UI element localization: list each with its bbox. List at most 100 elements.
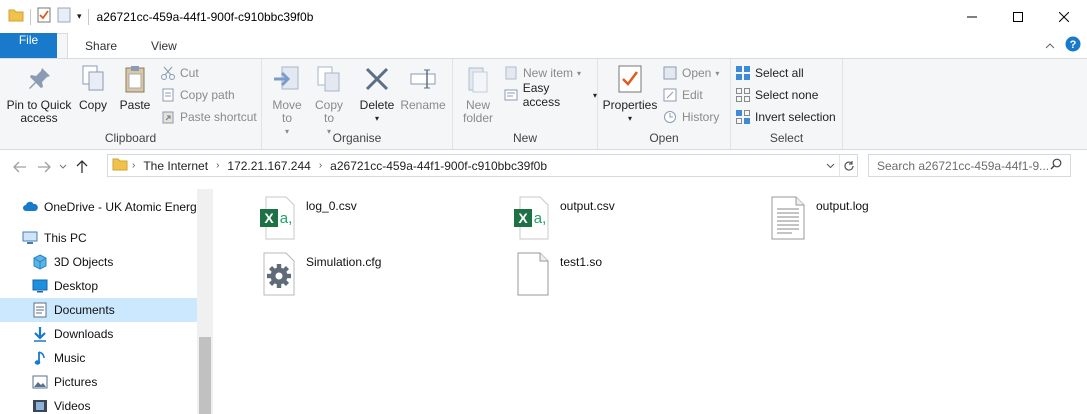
refresh-button[interactable] xyxy=(839,155,857,176)
excel-icon: Xa, xyxy=(260,195,296,241)
scrollbar-thumb[interactable] xyxy=(199,337,211,414)
nav-item-desktop[interactable]: Desktop xyxy=(0,274,197,298)
documents-icon xyxy=(32,302,48,318)
address-dropdown-button[interactable] xyxy=(821,155,839,176)
copy-button[interactable]: Copy xyxy=(74,63,112,112)
paste-button[interactable]: Paste xyxy=(116,63,154,112)
new-folder-icon xyxy=(462,63,494,95)
copy-to-icon xyxy=(313,63,345,95)
nav-item-documents[interactable]: Documents xyxy=(0,298,197,322)
recent-locations-button[interactable] xyxy=(56,155,70,179)
properties-icon xyxy=(614,63,646,95)
new-item-icon xyxy=(503,65,519,81)
file-item[interactable]: test1.so xyxy=(514,251,602,297)
select-none-button[interactable]: Select none xyxy=(735,85,818,105)
maximize-button[interactable] xyxy=(995,0,1041,33)
search-placeholder: Search a26721cc-459a-44f1-9... xyxy=(877,158,1050,173)
ribbon-tabs: File Home Share View ? xyxy=(0,33,1087,59)
pin-icon xyxy=(23,63,55,95)
copy-path-button[interactable]: Copy path xyxy=(160,85,235,105)
address-bar[interactable]: › The Internet › 172.21.167.244 › a26721… xyxy=(107,154,858,177)
tab-view[interactable]: View xyxy=(134,33,194,58)
forward-button[interactable] xyxy=(32,155,56,179)
copy-to-button[interactable]: Copy to ▾ xyxy=(310,63,348,138)
svg-text:?: ? xyxy=(1070,39,1077,51)
properties-button[interactable]: Properties ▾ xyxy=(600,63,660,125)
easy-access-button[interactable]: Easy access ▾ xyxy=(503,81,597,109)
svg-text:X: X xyxy=(264,210,274,226)
chevron-down-icon xyxy=(59,164,67,169)
invert-selection-icon xyxy=(735,109,751,125)
select-all-icon xyxy=(735,65,751,81)
clipboard-group: Pin to Quick access Copy Paste Cut Copy … xyxy=(0,59,262,149)
refresh-icon xyxy=(843,160,854,171)
expand-ribbon-icon[interactable] xyxy=(1045,39,1055,53)
new-item-button[interactable]: New item ▾ xyxy=(503,63,581,83)
select-all-button[interactable]: Select all xyxy=(735,63,804,83)
pictures-icon xyxy=(32,374,48,390)
select-none-icon xyxy=(735,87,751,103)
title-bar: ▾ a26721cc-459a-44f1-900f-c910bbc39f0b xyxy=(0,0,1087,33)
history-button[interactable]: History xyxy=(662,107,719,127)
breadcrumb-ip[interactable]: 172.21.167.244 xyxy=(223,159,314,173)
forward-arrow-icon xyxy=(38,161,51,173)
paste-shortcut-button[interactable]: Paste shortcut xyxy=(160,107,257,127)
nav-item-pictures[interactable]: Pictures xyxy=(0,370,197,394)
folder-icon xyxy=(8,8,24,25)
pin-to-quick-access-button[interactable]: Pin to Quick access xyxy=(4,63,74,125)
svg-text:a,: a, xyxy=(534,210,547,227)
quick-access-toolbar: ▾ xyxy=(0,7,89,26)
delete-button[interactable]: Delete ▾ xyxy=(358,63,396,125)
edit-button[interactable]: Edit xyxy=(662,85,703,105)
nav-item-onedrive[interactable]: OneDrive - UK Atomic Energ xyxy=(0,195,197,219)
navigation-pane-scrollbar[interactable] xyxy=(197,189,213,414)
move-to-button[interactable]: Move to ▾ xyxy=(268,63,306,138)
tab-file[interactable]: File xyxy=(0,33,57,58)
file-item[interactable]: Xa, output.csv xyxy=(514,195,615,241)
chevron-right-icon: › xyxy=(132,160,136,171)
navigation-pane: OneDrive - UK Atomic Energ This PC 3D Ob… xyxy=(0,189,213,414)
nav-item-this-pc[interactable]: This PC xyxy=(0,226,197,250)
back-button[interactable] xyxy=(8,155,32,179)
breadcrumb-the-internet[interactable]: The Internet xyxy=(139,159,212,173)
close-button[interactable] xyxy=(1041,0,1087,33)
tab-share[interactable]: Share xyxy=(68,33,134,58)
breadcrumb-folder[interactable]: a26721cc-459a-44f1-900f-c910bbc39f0b xyxy=(326,159,551,173)
file-item[interactable]: output.log xyxy=(770,195,869,241)
new-folder-button[interactable]: New folder xyxy=(459,63,497,125)
rename-button[interactable]: Rename xyxy=(400,63,446,112)
invert-selection-button[interactable]: Invert selection xyxy=(735,107,836,127)
organise-group: Move to ▾ Copy to ▾ Delete ▾ Rename Orga… xyxy=(262,59,453,149)
file-name: test1.so xyxy=(560,255,603,269)
up-button[interactable] xyxy=(70,155,94,179)
music-icon xyxy=(32,350,48,366)
chevron-right-icon[interactable]: › xyxy=(315,160,326,171)
minimize-button[interactable] xyxy=(949,0,995,33)
paste-shortcut-icon xyxy=(160,109,176,125)
nav-item-videos[interactable]: Videos xyxy=(0,394,197,414)
file-name: Simulation.cfg xyxy=(306,255,382,269)
ribbon: Pin to Quick access Copy Paste Cut Copy … xyxy=(0,58,1087,150)
file-item[interactable]: Simulation.cfg xyxy=(260,251,381,297)
new-group-label: New xyxy=(512,131,537,145)
cube-icon xyxy=(32,254,48,270)
select-group: Select all Select none Invert selection … xyxy=(731,59,843,149)
nav-item-downloads[interactable]: Downloads xyxy=(0,322,197,346)
blank-file-icon xyxy=(514,251,550,297)
nav-item-music[interactable]: Music xyxy=(0,346,197,370)
open-group: Properties ▾ Open ▾ Edit History Open xyxy=(598,59,731,149)
file-name: output.log xyxy=(816,199,869,213)
chevron-right-icon[interactable]: › xyxy=(212,160,223,171)
open-button[interactable]: Open ▾ xyxy=(662,63,719,83)
desktop-icon xyxy=(32,278,48,294)
properties-qat-icon[interactable] xyxy=(37,7,51,26)
file-item[interactable]: Xa, log_0.csv xyxy=(260,195,357,241)
cut-button[interactable]: Cut xyxy=(160,63,199,83)
customize-qat-icon[interactable]: ▾ xyxy=(77,11,82,22)
nav-item-3d-objects[interactable]: 3D Objects xyxy=(0,250,197,274)
help-icon[interactable]: ? xyxy=(1065,36,1081,55)
clipboard-icon xyxy=(119,63,151,95)
search-input[interactable]: Search a26721cc-459a-44f1-9... xyxy=(868,154,1071,177)
new-folder-qat-icon[interactable] xyxy=(57,7,71,26)
move-to-icon xyxy=(271,63,303,95)
